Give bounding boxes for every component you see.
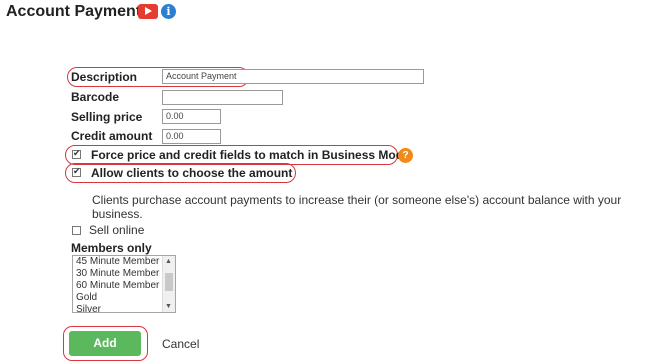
add-button[interactable]: Add bbox=[69, 331, 141, 356]
scroll-down-icon[interactable]: ▼ bbox=[165, 303, 172, 310]
credit-amount-label: Credit amount bbox=[71, 129, 153, 143]
list-item[interactable]: 30 Minute Member bbox=[73, 268, 175, 280]
help-icon[interactable]: ? bbox=[398, 148, 413, 163]
sell-online-checkbox[interactable] bbox=[72, 226, 81, 235]
allow-choose-label[interactable]: Allow clients to choose the amount bbox=[91, 166, 292, 180]
force-match-label[interactable]: Force price and credit fields to match i… bbox=[91, 148, 410, 162]
list-item[interactable]: Gold bbox=[73, 292, 175, 304]
info-icon[interactable]: i bbox=[161, 4, 176, 19]
selling-price-label: Selling price bbox=[71, 110, 143, 124]
scroll-thumb[interactable] bbox=[165, 273, 173, 291]
force-match-checkbox[interactable] bbox=[72, 148, 81, 159]
barcode-input[interactable] bbox=[162, 90, 283, 105]
cancel-link[interactable]: Cancel bbox=[162, 337, 199, 351]
list-item[interactable]: Silver bbox=[73, 304, 175, 312]
listbox-scrollbar[interactable]: ▲ ▼ bbox=[162, 256, 175, 312]
scroll-up-icon[interactable]: ▲ bbox=[165, 258, 172, 265]
credit-amount-input[interactable]: 0.00 bbox=[162, 129, 221, 144]
barcode-label: Barcode bbox=[71, 90, 120, 104]
allow-choose-description: Clients purchase account payments to inc… bbox=[92, 193, 622, 221]
selling-price-input[interactable]: 0.00 bbox=[162, 109, 221, 124]
description-input[interactable]: Account Payment bbox=[162, 69, 424, 84]
description-label: Description bbox=[71, 70, 138, 84]
youtube-video-icon[interactable] bbox=[138, 4, 158, 19]
members-only-listbox[interactable]: 45 Minute Member 30 Minute Member 60 Min… bbox=[72, 255, 176, 313]
list-item[interactable]: 45 Minute Member bbox=[73, 256, 175, 268]
sell-online-label[interactable]: Sell online bbox=[89, 223, 144, 237]
list-item[interactable]: 60 Minute Member bbox=[73, 280, 175, 292]
members-only-label: Members only bbox=[71, 241, 152, 255]
page-title: Account Payments bbox=[6, 3, 151, 20]
allow-choose-checkbox[interactable] bbox=[72, 166, 81, 177]
